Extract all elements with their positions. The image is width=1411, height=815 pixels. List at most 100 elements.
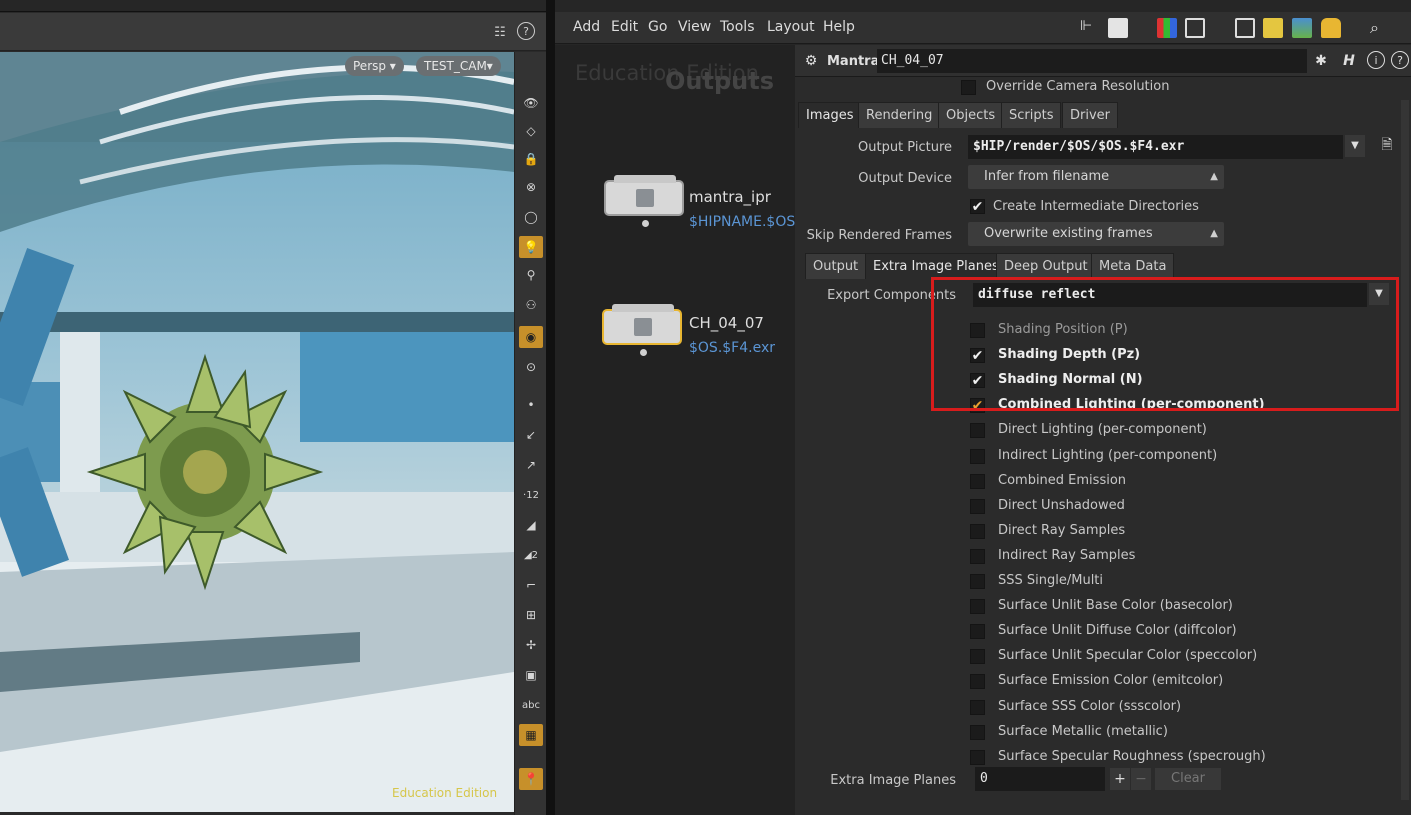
camera-guide-icon[interactable]: ⊗ bbox=[519, 176, 543, 198]
tab-driver[interactable]: Driver bbox=[1062, 102, 1119, 128]
node-output-dot[interactable] bbox=[642, 220, 649, 227]
point-icon[interactable]: • bbox=[519, 394, 543, 416]
list-view-icon[interactable] bbox=[1108, 18, 1128, 38]
point-numbers-icon[interactable]: ·12 bbox=[519, 484, 543, 506]
extra-image-planes-count[interactable]: 0 bbox=[975, 767, 1105, 791]
create-dirs-label: Create Intermediate Directories bbox=[993, 199, 1199, 214]
output-picture-field[interactable]: $HIP/render/$OS/$OS.$F4.exr bbox=[968, 135, 1343, 159]
plane-checkbox[interactable] bbox=[970, 699, 985, 715]
parameter-editor: ⚙ Mantra CH_04_07 ✱ H i ? Override Camer… bbox=[795, 45, 1411, 815]
plane-checkbox[interactable] bbox=[970, 548, 985, 564]
ghost-icon[interactable]: ⚇ bbox=[519, 294, 543, 316]
visibility-icon[interactable]: ⊙ bbox=[519, 356, 543, 378]
menu-view[interactable]: View bbox=[678, 19, 711, 35]
uv-icon[interactable]: ⌐ bbox=[519, 574, 543, 596]
plane-label: Indirect Ray Samples bbox=[998, 547, 1136, 563]
mantra-node-icon: ⚙ bbox=[804, 53, 818, 69]
pane-divider[interactable] bbox=[546, 0, 555, 815]
background-image-icon[interactable] bbox=[1292, 18, 1312, 38]
sticky-note-icon[interactable] bbox=[1263, 18, 1283, 38]
network-box-icon[interactable] bbox=[1321, 18, 1341, 38]
node-mantra-ipr[interactable] bbox=[604, 175, 684, 227]
info-icon[interactable]: i bbox=[1367, 51, 1385, 69]
node-output-dot[interactable] bbox=[640, 349, 647, 356]
menu-layout[interactable]: Layout bbox=[767, 19, 815, 35]
override-camera-resolution-checkbox[interactable] bbox=[961, 80, 976, 95]
shading-icon[interactable]: ◉ bbox=[519, 326, 543, 348]
output-picture-menu-button[interactable]: ▼ bbox=[1345, 135, 1365, 157]
file-chooser-icon[interactable]: 🗎 bbox=[1377, 136, 1397, 156]
parameter-scrollbar[interactable] bbox=[1401, 100, 1409, 800]
snap-icon[interactable]: ◇ bbox=[519, 120, 543, 142]
headlight-icon[interactable]: 💡 bbox=[519, 236, 543, 258]
houdini-help-icon[interactable]: H bbox=[1339, 51, 1359, 71]
lock-icon[interactable]: 🔒 bbox=[519, 148, 543, 170]
network-editor[interactable]: Education Edition Outputs mantra_ipr $HI… bbox=[555, 45, 795, 815]
menu-tools[interactable]: Tools bbox=[720, 19, 755, 35]
help-icon[interactable]: ? bbox=[517, 22, 535, 40]
plane-checkbox[interactable] bbox=[970, 473, 985, 489]
menu-add[interactable]: Add bbox=[573, 19, 600, 35]
plane-checkbox[interactable] bbox=[970, 574, 985, 589]
bounding-box-icon[interactable]: ▣ bbox=[519, 664, 543, 686]
plane-checkbox[interactable] bbox=[970, 523, 985, 539]
subtab-meta-data[interactable]: Meta Data bbox=[1091, 253, 1175, 279]
plane-checkbox[interactable] bbox=[970, 624, 985, 640]
plane-checkbox[interactable] bbox=[970, 498, 985, 514]
node-output-ch-04-07: $OS.$F4.exr bbox=[689, 340, 775, 356]
plane-label: Surface Specular Roughness (specrough) bbox=[998, 748, 1266, 764]
plane-checkbox[interactable] bbox=[970, 649, 985, 665]
add-plane-button[interactable]: + bbox=[1110, 768, 1130, 790]
tree-view-icon[interactable]: ⊩ bbox=[1080, 18, 1100, 38]
plane-label: Surface Unlit Base Color (basecolor) bbox=[998, 598, 1233, 614]
camera-mode-menu[interactable]: Persp ▾ bbox=[345, 56, 404, 76]
updown-arrow-icon: ▲ bbox=[1210, 171, 1218, 182]
plane-checkbox[interactable] bbox=[970, 448, 985, 464]
menu-help[interactable]: Help bbox=[823, 19, 855, 35]
override-camera-resolution-label: Override Camera Resolution bbox=[986, 79, 1170, 94]
prim-normals-icon[interactable]: ◢ bbox=[519, 514, 543, 536]
tab-images[interactable]: Images bbox=[798, 102, 862, 128]
tab-objects[interactable]: Objects bbox=[938, 102, 1004, 128]
search-icon[interactable]: ⌕ bbox=[1370, 18, 1390, 38]
subtab-extra-image-planes[interactable]: Extra Image Planes bbox=[865, 253, 1007, 279]
color-palette-icon[interactable] bbox=[1157, 18, 1177, 38]
plane-checkbox[interactable] bbox=[970, 599, 985, 615]
prim-numbers-icon[interactable]: ◢2 bbox=[519, 544, 543, 566]
menu-go[interactable]: Go bbox=[648, 19, 667, 35]
vector-icon[interactable]: ↗ bbox=[519, 454, 543, 476]
sphere-icon[interactable]: ◯ bbox=[519, 206, 543, 228]
camera-select-menu[interactable]: TEST_CAM▾ bbox=[416, 56, 501, 76]
skip-frames-dropdown[interactable]: Overwrite existing frames ▲ bbox=[968, 222, 1224, 246]
labels-icon[interactable]: abc bbox=[519, 694, 543, 716]
background-image-icon[interactable]: ▦ bbox=[519, 724, 543, 746]
3d-scene-view[interactable] bbox=[0, 52, 514, 812]
light-icon[interactable]: ⚲ bbox=[519, 264, 543, 286]
node-name-field[interactable]: CH_04_07 bbox=[877, 49, 1307, 73]
plane-checkbox[interactable] bbox=[970, 749, 985, 765]
output-device-dropdown[interactable]: Infer from filename ▲ bbox=[968, 165, 1224, 189]
menu-edit[interactable]: Edit bbox=[611, 19, 638, 35]
grid-layout-icon[interactable] bbox=[1185, 18, 1205, 38]
help-icon[interactable]: ? bbox=[1391, 51, 1409, 69]
clear-planes-button[interactable]: Clear bbox=[1155, 768, 1221, 790]
tab-rendering[interactable]: Rendering bbox=[858, 102, 941, 128]
pin-icon[interactable]: 📍 bbox=[519, 768, 543, 790]
tab-scripts[interactable]: Scripts bbox=[1001, 102, 1062, 128]
remove-plane-button[interactable]: − bbox=[1131, 768, 1151, 790]
display-options-icon[interactable]: ☷ bbox=[490, 22, 510, 42]
image-icon[interactable] bbox=[1235, 18, 1255, 38]
plane-label: SSS Single/Multi bbox=[998, 573, 1104, 588]
plane-checkbox[interactable] bbox=[970, 724, 985, 740]
node-ch-04-07[interactable] bbox=[602, 304, 682, 356]
create-dirs-checkbox[interactable]: ✔ bbox=[970, 199, 985, 214]
axis-icon[interactable]: ✢ bbox=[519, 634, 543, 656]
eye-icon[interactable]: 👁 bbox=[519, 92, 543, 114]
subtab-output[interactable]: Output bbox=[805, 253, 867, 279]
plane-checkbox[interactable] bbox=[970, 423, 985, 439]
gear-icon[interactable]: ✱ bbox=[1311, 51, 1331, 71]
subtab-deep-output[interactable]: Deep Output bbox=[996, 253, 1096, 279]
plane-checkbox[interactable] bbox=[970, 674, 985, 690]
grid-icon[interactable]: ⊞ bbox=[519, 604, 543, 626]
normal-icon[interactable]: ↙ bbox=[519, 424, 543, 446]
